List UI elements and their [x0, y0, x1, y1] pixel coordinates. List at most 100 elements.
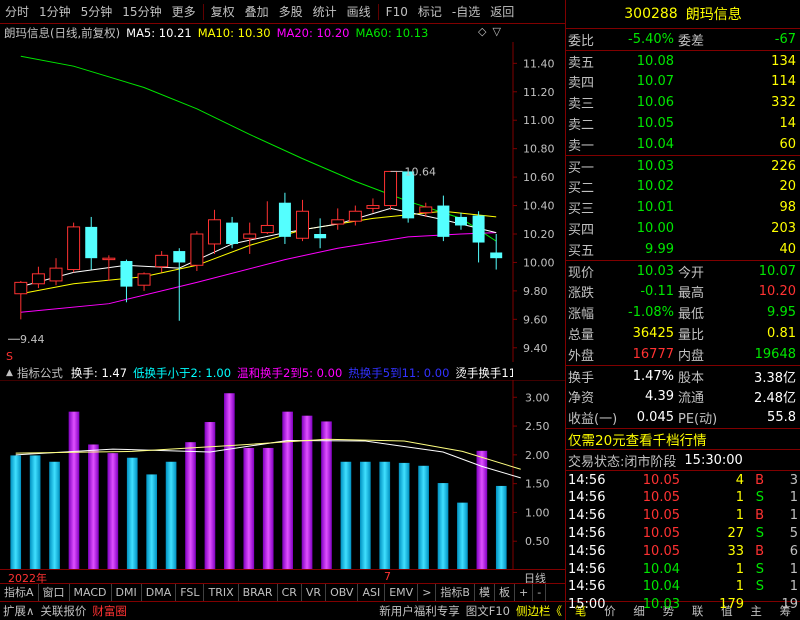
candle[interactable]	[243, 222, 257, 254]
indicator-tab[interactable]: 模	[475, 584, 495, 601]
bottom-right-button[interactable]: 侧边栏《	[513, 602, 565, 620]
turnover-bar[interactable]	[359, 461, 371, 570]
candle[interactable]	[67, 222, 81, 273]
turnover-bar[interactable]	[437, 483, 449, 570]
turnover-bar[interactable]	[301, 415, 313, 570]
indicator-tab[interactable]: CR	[278, 584, 302, 601]
turnover-bar[interactable]	[243, 447, 255, 570]
turnover-bar[interactable]	[379, 461, 391, 570]
dropdown-icon[interactable]: ▽	[492, 25, 500, 41]
order-row[interactable]: 卖一 10.04 60	[566, 134, 800, 155]
indicator-tab[interactable]: BRAR	[239, 584, 278, 601]
indicator-tab[interactable]: 指标B	[436, 584, 475, 601]
candle[interactable]	[207, 209, 221, 254]
toolbar-button[interactable]: 更多	[167, 0, 201, 24]
toolbar-button[interactable]: 统计	[308, 0, 342, 24]
order-row[interactable]: 卖四 10.07 114	[566, 72, 800, 93]
indicator-tab[interactable]: ASI	[358, 584, 386, 601]
candle[interactable]	[173, 248, 186, 321]
candle[interactable]	[190, 231, 204, 271]
turnover-bar[interactable]	[282, 411, 293, 570]
candle[interactable]	[472, 211, 485, 263]
toolbar-button[interactable]: 返回	[485, 0, 519, 24]
candle[interactable]	[49, 258, 63, 286]
indicator-tab[interactable]: -	[533, 584, 547, 601]
candle[interactable]	[454, 212, 467, 230]
turnover-bar[interactable]	[224, 393, 235, 570]
indicator-tab[interactable]: FSL	[176, 584, 205, 601]
bottom-right-button[interactable]: 图文F10	[463, 602, 513, 620]
toolbar-button[interactable]: F10	[381, 0, 413, 24]
candle[interactable]	[14, 280, 28, 320]
bottom-right-button[interactable]: 新用户福利专享	[376, 602, 463, 620]
order-row[interactable]: 买五 9.99 40	[566, 239, 800, 260]
candle[interactable]	[137, 272, 151, 291]
candle[interactable]	[366, 198, 380, 213]
toolbar-button[interactable]: 多股	[274, 0, 308, 24]
candle[interactable]	[155, 251, 169, 273]
order-row[interactable]: 买三 10.01 98	[566, 197, 800, 218]
candle[interactable]	[348, 205, 362, 226]
indicator-tab[interactable]: 窗口	[39, 584, 70, 601]
candle[interactable]	[85, 216, 98, 270]
turnover-bar[interactable]	[398, 462, 410, 570]
turnover-bar[interactable]	[146, 474, 158, 570]
toolbar-button[interactable]: 15分钟	[117, 0, 166, 24]
indicator-menu-icon[interactable]: ▲	[6, 368, 13, 378]
order-row[interactable]: 买二 10.02 20	[566, 177, 800, 198]
turnover-bar[interactable]	[88, 444, 99, 570]
order-row[interactable]: 买四 10.00 203	[566, 218, 800, 239]
turnover-bar[interactable]	[49, 461, 60, 570]
toolbar-button[interactable]: 标记	[413, 0, 447, 24]
turnover-bar[interactable]	[29, 455, 41, 570]
promo-banner[interactable]: 仅需20元查看千档行情	[566, 429, 800, 449]
order-row[interactable]: 卖五 10.08 134	[566, 51, 800, 72]
toolbar-button[interactable]: 复权	[206, 0, 240, 24]
turnover-bar[interactable]	[204, 422, 216, 570]
turnover-bar[interactable]	[185, 442, 196, 570]
candle[interactable]	[402, 171, 415, 223]
turnover-indicator-chart[interactable]: 3.00 2.50 2.00 1.50 1.00 0.50	[0, 380, 565, 570]
promo-text[interactable]: 仅需20元查看千档行情	[568, 429, 707, 449]
candle[interactable]	[437, 195, 450, 242]
toolbar-button[interactable]: 5分钟	[76, 0, 118, 24]
indicator-tab[interactable]: DMA	[142, 584, 177, 601]
turnover-bar[interactable]	[107, 453, 119, 570]
bottom-left-button[interactable]: 财富圈	[89, 602, 130, 620]
indicator-tab[interactable]: >	[418, 584, 437, 601]
turnover-bar[interactable]	[457, 502, 468, 570]
toolbar-button[interactable]: 叠加	[240, 0, 274, 24]
order-row[interactable]: 卖二 10.05 14	[566, 113, 800, 134]
candle[interactable]	[296, 199, 310, 242]
turnover-bar[interactable]	[68, 411, 80, 570]
indicator-tab[interactable]: MACD	[70, 584, 112, 601]
turnover-bar[interactable]	[418, 465, 429, 570]
candlestick-chart[interactable]: 11.40 11.20 11.00 10.80 10.60 10.40 10.20 10.00…	[0, 42, 565, 362]
turnover-bar[interactable]	[476, 450, 488, 570]
candle[interactable]	[278, 192, 291, 244]
indicator-tab[interactable]: OBV	[326, 584, 359, 601]
toolbar-button[interactable]: -自选	[447, 0, 485, 24]
bottom-left-button[interactable]: 扩展∧	[0, 602, 37, 620]
candle[interactable]	[490, 234, 503, 270]
indicator-tab[interactable]: 指标A	[0, 584, 39, 601]
turnover-bar[interactable]	[495, 485, 507, 570]
toolbar-button[interactable]: 画线	[342, 0, 376, 24]
indicator-title[interactable]: 指标公式	[17, 365, 63, 381]
toolbar-button[interactable]: 1分钟	[34, 0, 76, 24]
turnover-bar[interactable]	[262, 447, 274, 570]
indicator-tab[interactable]: VR	[302, 584, 327, 601]
indicator-tab[interactable]: EMV	[385, 584, 419, 601]
candle[interactable]	[331, 208, 345, 230]
turnover-bar[interactable]	[165, 461, 177, 570]
candle[interactable]	[120, 259, 133, 303]
indicator-tab[interactable]: 板	[495, 584, 515, 601]
turnover-bar[interactable]	[340, 461, 352, 570]
settings-icon[interactable]: ◇	[478, 25, 486, 41]
candle[interactable]	[31, 266, 45, 289]
order-row[interactable]: 卖三 10.06 332	[566, 92, 800, 113]
toolbar-button[interactable]: 分时	[0, 0, 34, 24]
indicator-tab[interactable]: TRIX	[204, 584, 239, 601]
candle[interactable]	[226, 216, 239, 249]
candle[interactable]	[260, 201, 274, 234]
